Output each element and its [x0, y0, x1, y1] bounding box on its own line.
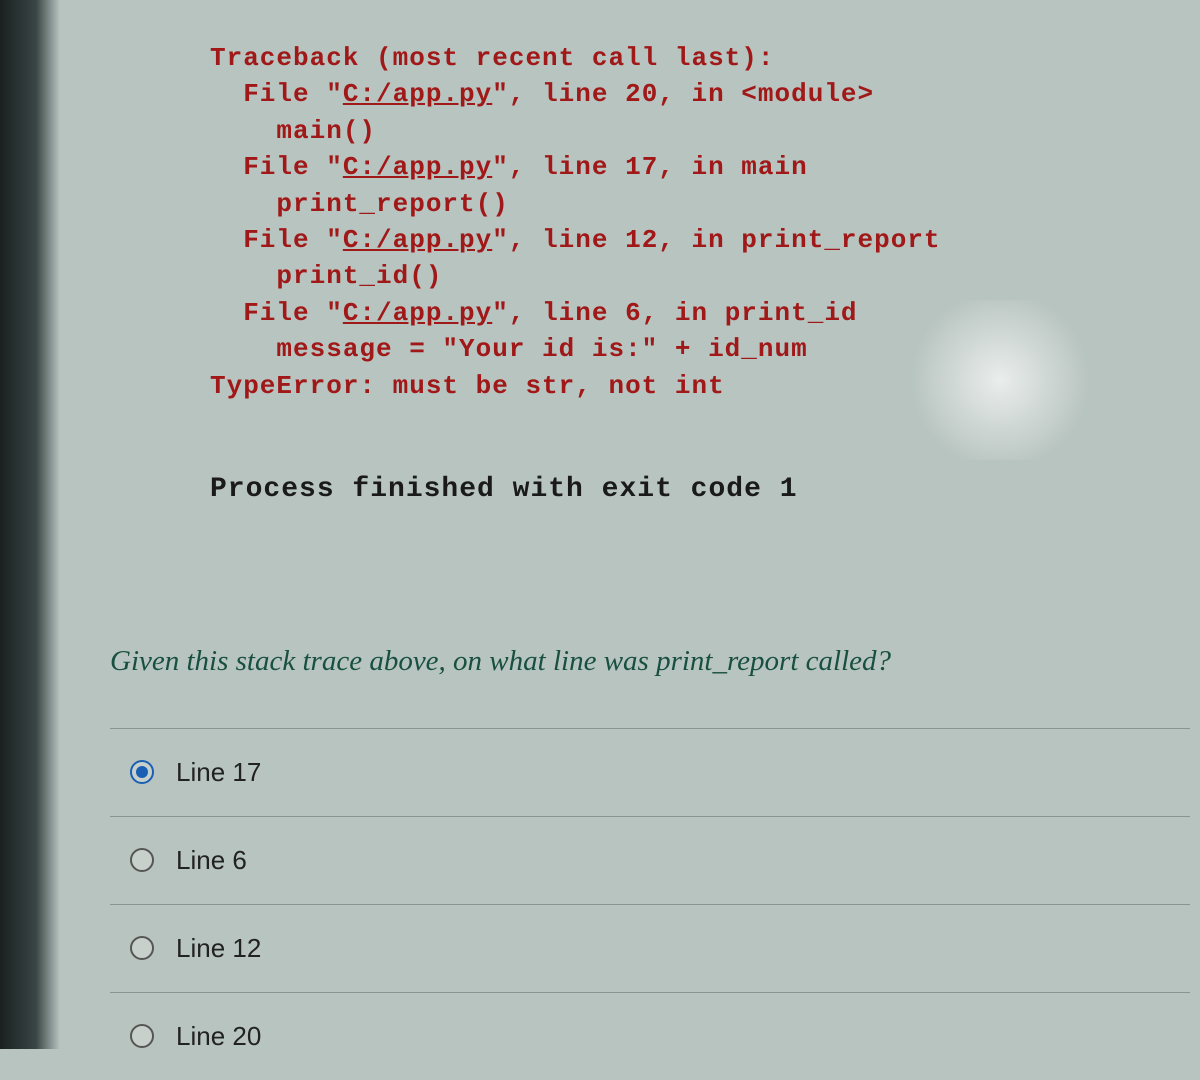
frame-code: main(): [210, 116, 376, 146]
frame-file-link[interactable]: C:/app.py: [343, 225, 492, 255]
frame-code: message = "Your id is:" + id_num: [210, 334, 808, 364]
frame-file-prefix: File ": [210, 298, 343, 328]
option-line-17[interactable]: Line 17: [110, 728, 1190, 816]
option-label: Line 17: [176, 757, 261, 788]
frame-file-link[interactable]: C:/app.py: [343, 298, 492, 328]
traceback-block: Traceback (most recent call last): File …: [210, 40, 1190, 404]
question-text: Given this stack trace above, on what li…: [110, 645, 1190, 678]
frame-file-suffix: ", line 6, in print_id: [492, 298, 857, 328]
frame-code: print_report(): [210, 189, 509, 219]
frame-file-suffix: ", line 12, in print_report: [492, 225, 940, 255]
radio-icon: [130, 936, 154, 960]
radio-icon: [130, 848, 154, 872]
radio-icon: [130, 1024, 154, 1048]
frame-code: print_id(): [210, 261, 442, 291]
page-content: Traceback (most recent call last): File …: [90, 40, 1190, 1080]
option-label: Line 12: [176, 933, 261, 964]
frame-file-suffix: ", line 20, in <module>: [492, 79, 874, 109]
answer-options: Line 17 Line 6 Line 12 Line 20: [110, 728, 1190, 1080]
option-line-12[interactable]: Line 12: [110, 904, 1190, 992]
option-line-6[interactable]: Line 6: [110, 816, 1190, 904]
option-label: Line 6: [176, 845, 247, 876]
frame-file-prefix: File ": [210, 79, 343, 109]
frame-file-suffix: ", line 17, in main: [492, 152, 807, 182]
process-exit-line: Process finished with exit code 1: [210, 474, 1190, 505]
frame-file-prefix: File ": [210, 225, 343, 255]
screen-edge-gradient: [0, 0, 60, 1049]
frame-file-link[interactable]: C:/app.py: [343, 79, 492, 109]
traceback-error: TypeError: must be str, not int: [210, 371, 725, 401]
option-line-20[interactable]: Line 20: [110, 992, 1190, 1080]
traceback-header: Traceback (most recent call last):: [210, 43, 775, 73]
radio-icon: [130, 760, 154, 784]
option-label: Line 20: [176, 1021, 261, 1052]
frame-file-link[interactable]: C:/app.py: [343, 152, 492, 182]
frame-file-prefix: File ": [210, 152, 343, 182]
